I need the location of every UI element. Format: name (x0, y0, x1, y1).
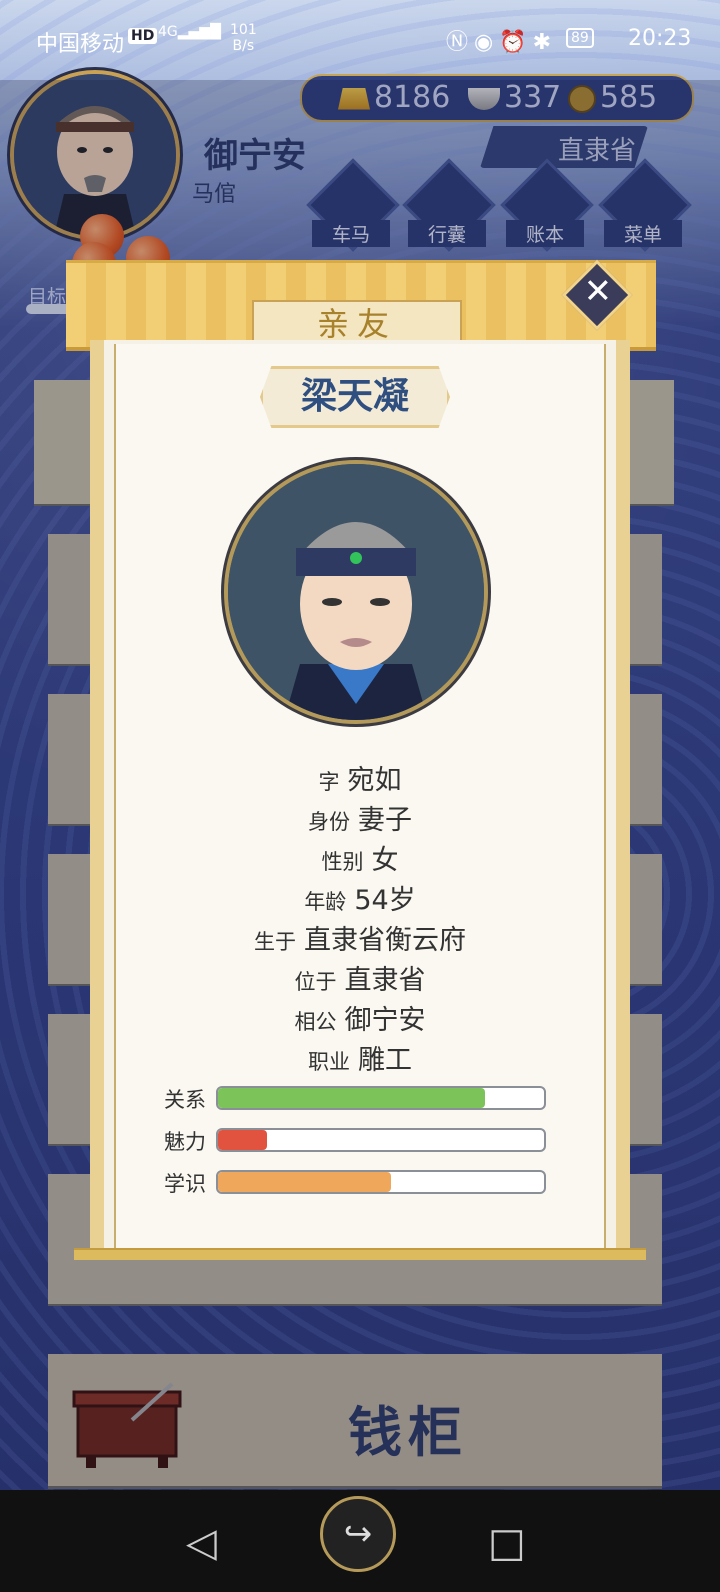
network-speed: 101 B/s (230, 22, 257, 54)
wifi-icon: ◠ (196, 24, 216, 49)
bluetooth-icon: ✱ (532, 30, 558, 55)
recents-icon[interactable]: □ (488, 1520, 526, 1566)
eye-icon: ◉ (474, 30, 500, 55)
nfc-icon: Ⓝ (446, 30, 475, 55)
system-nav-bar: ◁ ↪ □ (0, 1490, 720, 1592)
hd-badge: HD (128, 28, 158, 44)
knowledge-stat: 学识 (164, 1170, 564, 1196)
info-row: 相公 御宁安 (294, 1005, 426, 1036)
relative-info: 字宛如 身份 妻子 性别女 年龄 54岁 生于 直隶省衡云府 位于 直隶省 相公 御宁安 … (74, 758, 646, 1078)
share-icon[interactable]: ↪ (320, 1496, 396, 1572)
close-icon: ✕ (583, 271, 613, 312)
status-icons: Ⓝ◉⏰✱ (446, 24, 557, 56)
old-woman-portrait-icon (228, 464, 484, 720)
info-row: 年龄 54岁 (304, 885, 416, 916)
speed-unit: B/s (232, 38, 255, 54)
info-row: 职业 雕工 (308, 1045, 412, 1076)
alarm-icon: ⏰ (499, 30, 533, 55)
carrier-name: 中国移动 (36, 32, 125, 57)
scroll-footer (74, 1248, 646, 1260)
relative-portrait (224, 460, 488, 724)
charm-stat: 魅力 (164, 1128, 564, 1154)
info-row: 性别女 (321, 845, 399, 876)
knowledge-bar (216, 1170, 546, 1194)
relatives-dialog: 亲友 ✕ 梁天凝 字宛如 身份 妻子 性别女 年龄 54岁 生于 直隶省衡云府 位于直… (66, 259, 656, 1276)
speed-value: 101 (230, 22, 257, 38)
info-row: 字宛如 (318, 765, 402, 796)
battery-icon: 89 (566, 28, 594, 48)
relationship-stat: 关系 (164, 1086, 564, 1112)
back-icon[interactable]: ◁ (186, 1520, 217, 1566)
info-row: 生于 直隶省衡云府 (254, 925, 466, 956)
info-row: 位于 直隶省 (294, 965, 426, 996)
charm-bar (216, 1128, 546, 1152)
info-row: 身份 妻子 (308, 805, 412, 836)
status-bar: 中国移动 HD 4G▂▄▆█ ◠ 101 B/s Ⓝ◉⏰✱ 89 20:23 (0, 0, 720, 80)
relationship-bar (216, 1086, 546, 1110)
relative-name: 梁天凝 (260, 366, 450, 428)
clock: 20:23 (628, 26, 692, 51)
